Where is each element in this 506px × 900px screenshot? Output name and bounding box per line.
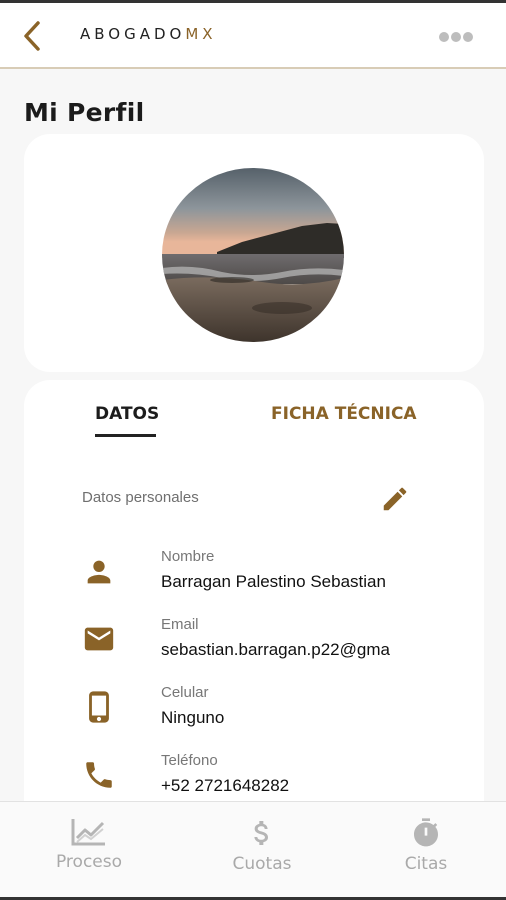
- avatar[interactable]: [162, 168, 344, 342]
- brand-logo: ABOGADOMX: [80, 25, 217, 43]
- nav-item-cuotas[interactable]: Cuotas: [192, 816, 332, 874]
- nav-label-proceso: Proceso: [55, 852, 123, 872]
- brand-accent: MX: [185, 25, 217, 43]
- field-value-telefono: +52 2721648282: [161, 776, 290, 795]
- dollar-icon: [254, 821, 268, 845]
- beach-sunset-photo: [162, 168, 344, 342]
- field-value-nombre: Barragan Palestino Sebastian: [161, 572, 386, 591]
- chart-icon: [71, 819, 105, 846]
- edit-button[interactable]: [380, 484, 410, 514]
- nav-item-proceso[interactable]: Proceso: [19, 816, 159, 872]
- phone-icon: [82, 758, 116, 792]
- field-value-celular: Ninguno: [161, 708, 225, 727]
- nav-label-cuotas: Cuotas: [232, 854, 292, 874]
- section-label: Datos personales: [82, 489, 199, 506]
- pencil-icon: [383, 487, 407, 511]
- nav-item-citas[interactable]: Citas: [356, 816, 496, 874]
- nav-label-citas: Citas: [404, 854, 448, 874]
- back-button[interactable]: [18, 19, 48, 53]
- chevron-left-icon: [24, 21, 40, 51]
- field-label-telefono: Teléfono: [161, 752, 218, 769]
- person-icon: [82, 555, 116, 589]
- field-label-nombre: Nombre: [161, 548, 215, 565]
- details-card: [24, 380, 484, 820]
- brand-main: ABOGADO: [80, 25, 186, 43]
- page-title: Mi Perfil: [24, 98, 145, 127]
- field-label-celular: Celular: [161, 684, 209, 701]
- more-options-button[interactable]: [436, 27, 476, 47]
- mail-icon: [82, 622, 116, 656]
- more-horizontal-icon: [439, 32, 473, 42]
- field-value-email: sebastian.barragan.p22@gma: [161, 640, 390, 659]
- tab-ficha-tecnica[interactable]: FICHA TÉCNICA: [271, 404, 417, 424]
- profile-screen: ABOGADOMX Mi Perfil DATOS FICHA TÉCNICA …: [0, 0, 506, 900]
- app-bar: ABOGADOMX: [0, 3, 506, 69]
- active-tab-indicator: [95, 434, 156, 437]
- smartphone-icon: [82, 690, 116, 724]
- field-label-email: Email: [161, 616, 199, 633]
- stopwatch-icon: [414, 818, 438, 847]
- bottom-navigation: Proceso Cuotas Citas: [0, 801, 506, 900]
- tab-datos[interactable]: DATOS: [95, 404, 159, 424]
